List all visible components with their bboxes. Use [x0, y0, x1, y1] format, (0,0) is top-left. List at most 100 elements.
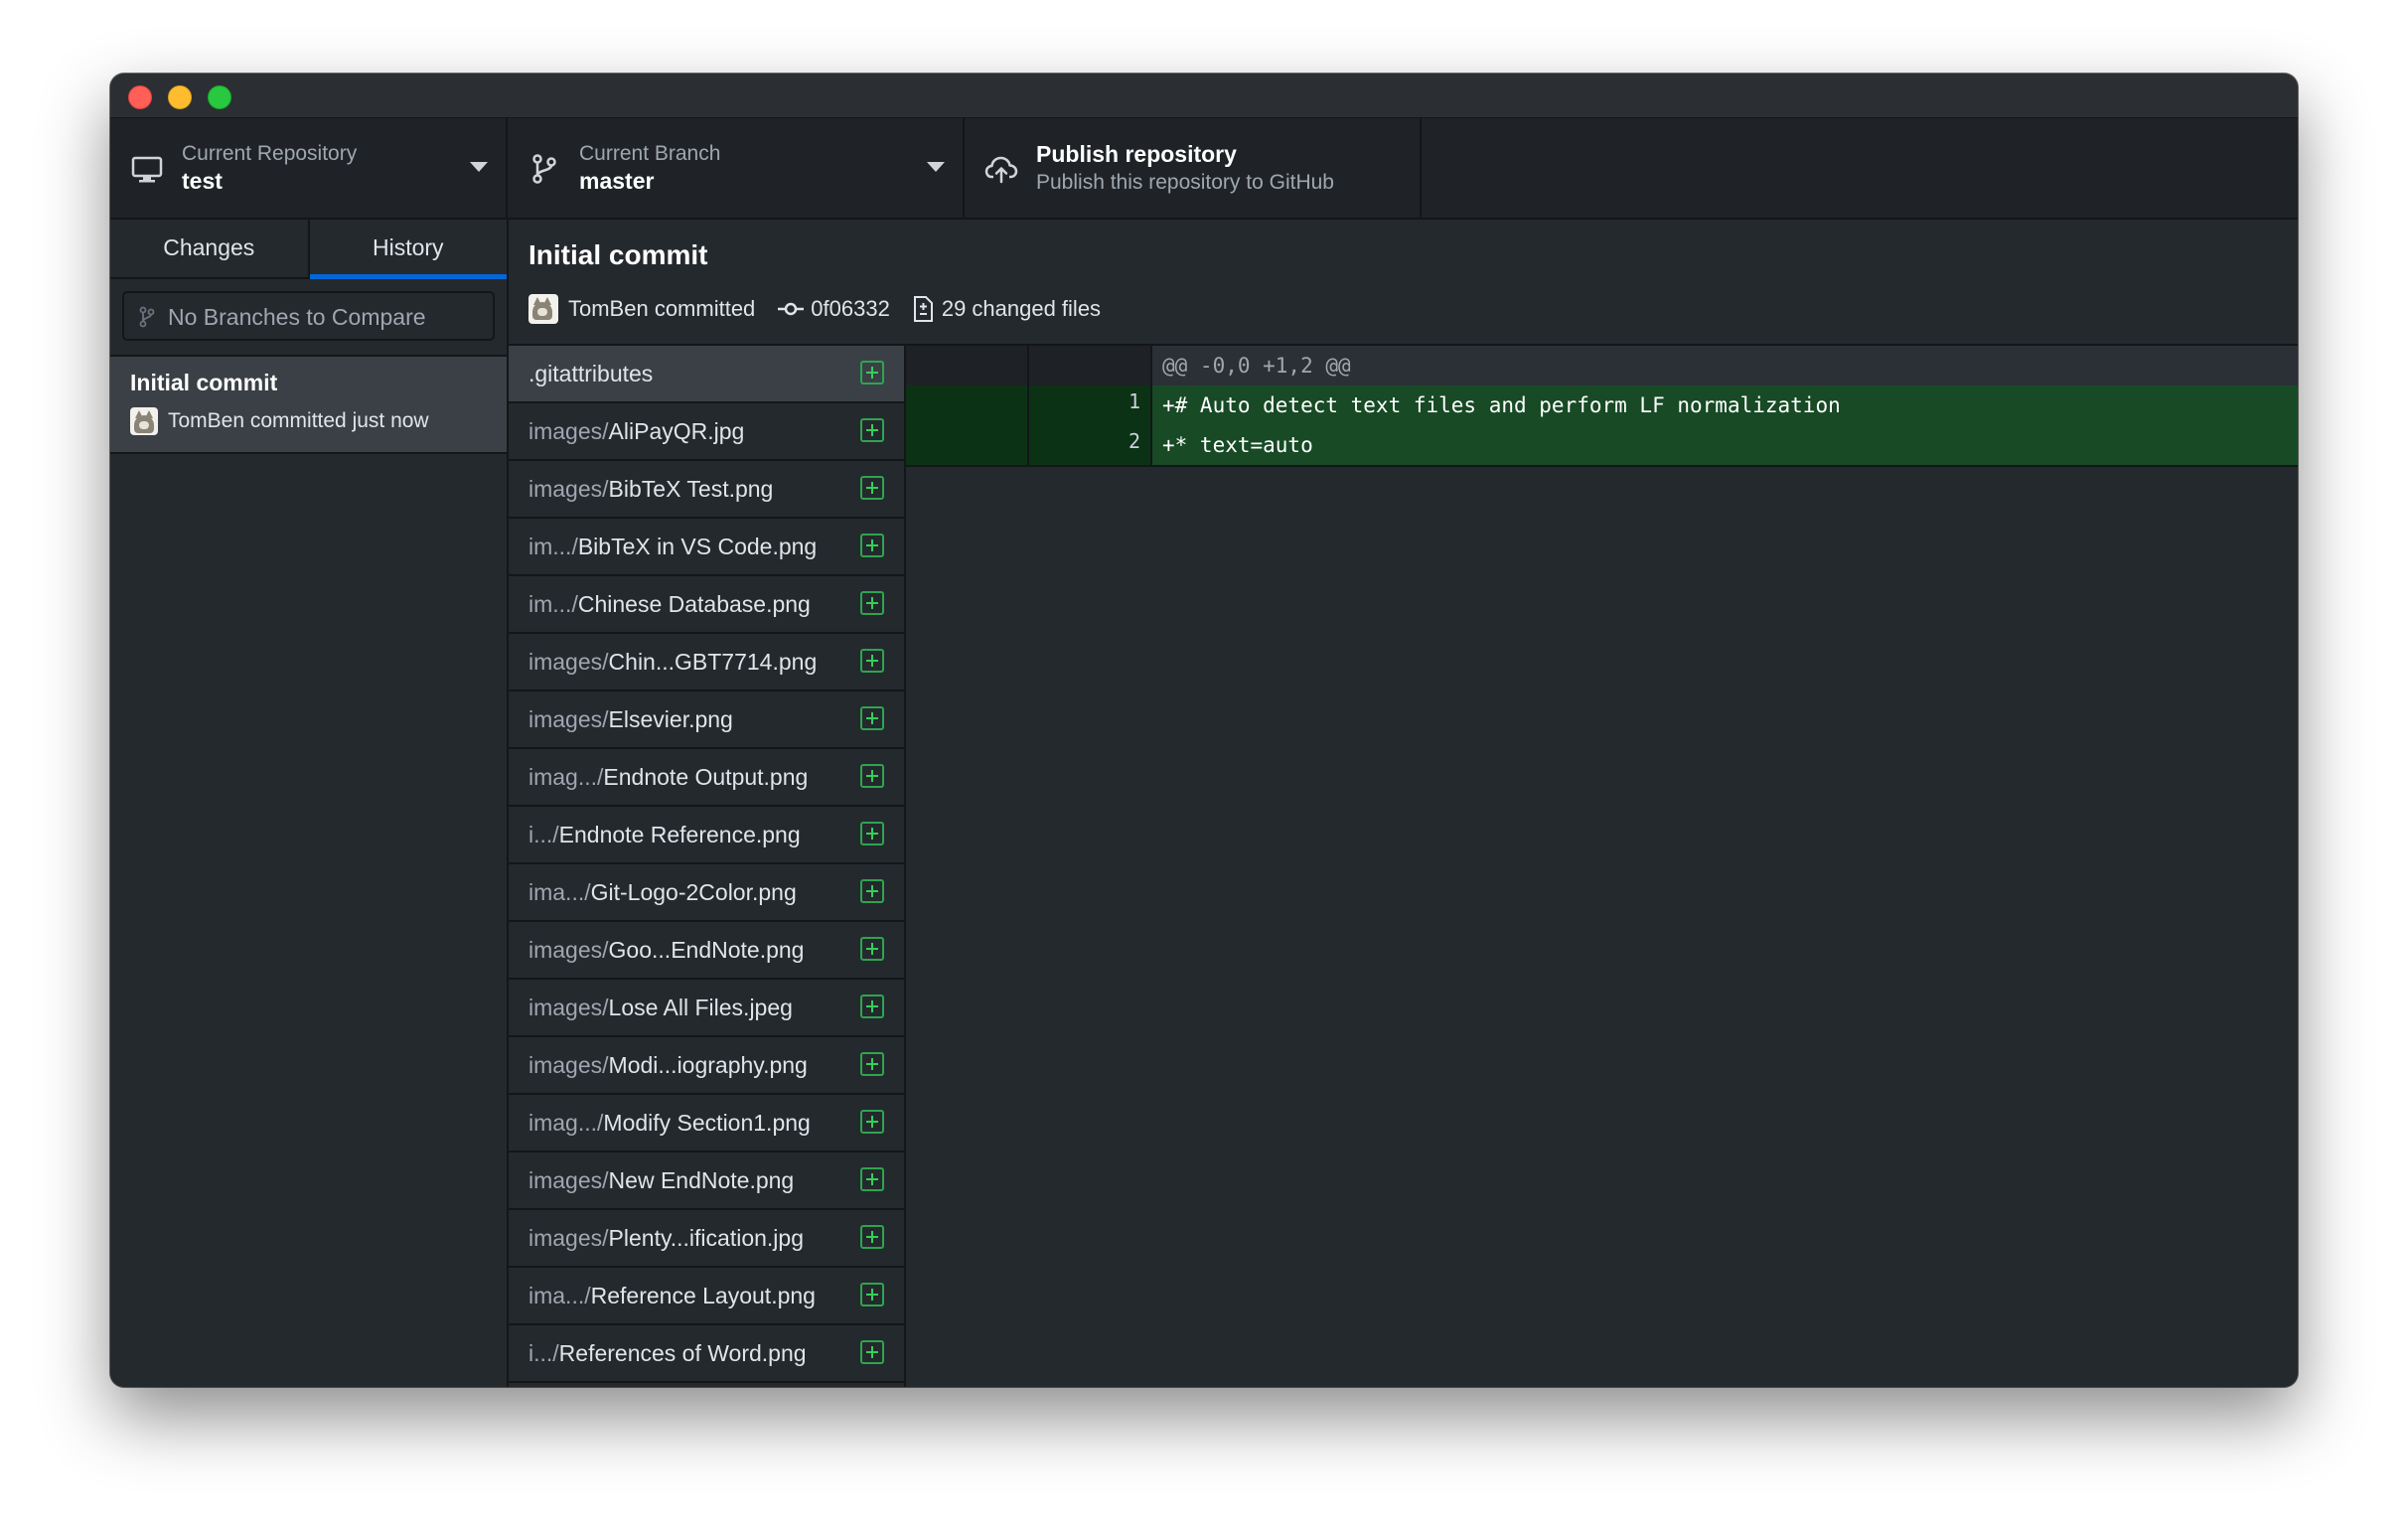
file-list-item[interactable]: im.../BibTeX in VS Code.png [509, 519, 904, 576]
file-list-item[interactable]: images/Lose All Files.jpeg [509, 980, 904, 1037]
file-added-icon [860, 706, 884, 730]
minimize-window-button[interactable] [168, 85, 192, 109]
file-list-item[interactable]: imag.../Endnote Output.png [509, 749, 904, 807]
branch-compare-input[interactable]: No Branches to Compare [122, 291, 495, 341]
file-list-item[interactable]: images/Elsevier.png [509, 691, 904, 749]
publish-title: Publish repository [1036, 141, 1237, 167]
diff-line[interactable]: 1 +# Auto detect text files and perform … [906, 385, 2298, 425]
github-desktop-window: Current Repository test Current Branch m… [110, 74, 2298, 1387]
git-commit-icon [778, 302, 805, 316]
file-path: i.../Endnote Reference.png [528, 807, 801, 862]
file-path: i.../References of Word.png [528, 1325, 807, 1381]
toolbar: Current Repository test Current Branch m… [110, 118, 2298, 220]
diff-old-line-number [906, 385, 1029, 425]
changed-files-list: .gitattributes images/AliPayQR.jpg images/… [509, 346, 906, 1387]
repository-caption: Current Repository [182, 142, 358, 165]
file-added-icon [860, 879, 884, 903]
commit-title: Initial commit [528, 239, 708, 270]
file-path: .gitattributes [528, 346, 653, 401]
file-path: images/Goo...EndNote.png [528, 922, 804, 978]
file-list-item[interactable]: ima.../Reference Layout.png [509, 1268, 904, 1325]
file-directory: images/ [528, 476, 609, 502]
file-path: images/BibTeX Test.png [528, 461, 773, 517]
branch-caption: Current Branch [579, 142, 721, 165]
file-added-icon [860, 1110, 884, 1134]
title-bar[interactable] [110, 74, 2298, 118]
diff-new-line-number: 1 [1029, 385, 1152, 425]
tab-changes[interactable]: Changes [110, 220, 310, 277]
file-list-item[interactable]: images/BibTeX Test.png [509, 461, 904, 519]
file-added-icon [860, 1052, 884, 1076]
file-list-item[interactable]: imag.../Modify Section1.png [509, 1095, 904, 1152]
file-added-icon [860, 995, 884, 1018]
file-name: References of Word.png [558, 1340, 807, 1366]
branch-compare-area: No Branches to Compare [110, 279, 507, 357]
file-list-item[interactable]: images/Modi...iography.png [509, 1037, 904, 1095]
file-list-item[interactable]: images/AliPayQR.jpg [509, 403, 904, 461]
file-added-icon [860, 1340, 884, 1364]
file-name: Plenty...ification.jpg [608, 1225, 805, 1251]
file-name: Chin...GBT7714.png [608, 649, 818, 675]
file-path: images/Chin...GBT7714.png [528, 634, 817, 690]
file-path: images/Modi...iography.png [528, 1037, 808, 1093]
file-directory: images/ [528, 1167, 609, 1193]
file-added-icon [860, 418, 884, 442]
diff-line[interactable]: 2 +* text=auto [906, 425, 2298, 465]
file-list-item[interactable]: images/Goo...EndNote.png [509, 922, 904, 980]
chevron-down-icon [927, 162, 945, 172]
avatar [528, 294, 558, 324]
file-directory: imag.../ [528, 764, 604, 790]
file-added-icon [860, 649, 884, 673]
file-list-item[interactable]: images/New EndNote.png [509, 1152, 904, 1210]
file-name: Chinese Database.png [577, 591, 811, 617]
repository-name: test [182, 168, 223, 194]
file-list-item[interactable]: ima.../Git-Logo-2Color.png [509, 864, 904, 922]
file-name: BibTeX in VS Code.png [577, 534, 818, 559]
commit-meta: TomBen committed 0f06332 29 changed file… [528, 291, 1101, 327]
file-name: AliPayQR.jpg [608, 418, 745, 444]
commit-list-item-meta: TomBen committed just now [168, 409, 429, 432]
file-list-item[interactable]: i.../References of Word.png [509, 1325, 904, 1383]
file-name: New EndNote.png [608, 1167, 795, 1193]
file-added-icon [860, 476, 884, 500]
sidebar: Changes History No Branches to Compare I… [110, 220, 509, 1387]
publish-repository-button[interactable]: Publish repository Publish this reposito… [965, 118, 1422, 218]
file-name: Elsevier.png [608, 706, 733, 732]
commit-list-item-title: Initial commit [130, 370, 278, 395]
file-added-icon [860, 361, 884, 384]
file-directory: im.../ [528, 534, 578, 559]
file-directory: images/ [528, 1052, 609, 1078]
file-path: ima.../Reference Layout.png [528, 1268, 816, 1323]
file-list-item[interactable]: images/Chin...GBT7714.png [509, 634, 904, 691]
current-branch-dropdown[interactable]: Current Branch master [508, 118, 965, 218]
file-added-icon [860, 764, 884, 788]
chevron-down-icon [470, 162, 488, 172]
file-list-item[interactable]: i.../Endnote Reference.png [509, 807, 904, 864]
commit-sha[interactable]: 0f06332 [811, 296, 890, 322]
changed-files-count: 29 changed files [941, 296, 1102, 321]
diff-line-text: +* text=auto [1152, 425, 2298, 465]
diff-new-line-number: 2 [1029, 425, 1152, 465]
file-directory: i.../ [528, 822, 559, 847]
file-added-icon [860, 591, 884, 615]
file-list-item[interactable]: images/Plenty...ification.jpg [509, 1210, 904, 1268]
file-directory: im.../ [528, 591, 578, 617]
diff-hunk-header: @@ -0,0 +1,2 @@ [1152, 346, 2298, 385]
file-directory: images/ [528, 937, 609, 963]
file-list-item[interactable]: .gitattributes [509, 346, 904, 403]
file-directory: imag.../ [528, 1110, 604, 1136]
sidebar-tabs: Changes History [110, 220, 507, 279]
tab-history[interactable]: History [309, 220, 508, 279]
file-added-icon [860, 534, 884, 557]
commit-list-item[interactable]: Initial commit TomBen committed just now [110, 357, 507, 454]
current-repository-dropdown[interactable]: Current Repository test [110, 118, 508, 218]
avatar [130, 407, 158, 435]
file-list-item[interactable]: im.../Chinese Database.png [509, 576, 904, 634]
file-path: images/AliPayQR.jpg [528, 403, 744, 459]
zoom-window-button[interactable] [208, 85, 231, 109]
file-name: Endnote Reference.png [558, 822, 801, 847]
file-added-icon [860, 937, 884, 961]
file-path: imag.../Modify Section1.png [528, 1095, 811, 1150]
file-name: Endnote Output.png [603, 764, 809, 790]
close-window-button[interactable] [128, 85, 152, 109]
